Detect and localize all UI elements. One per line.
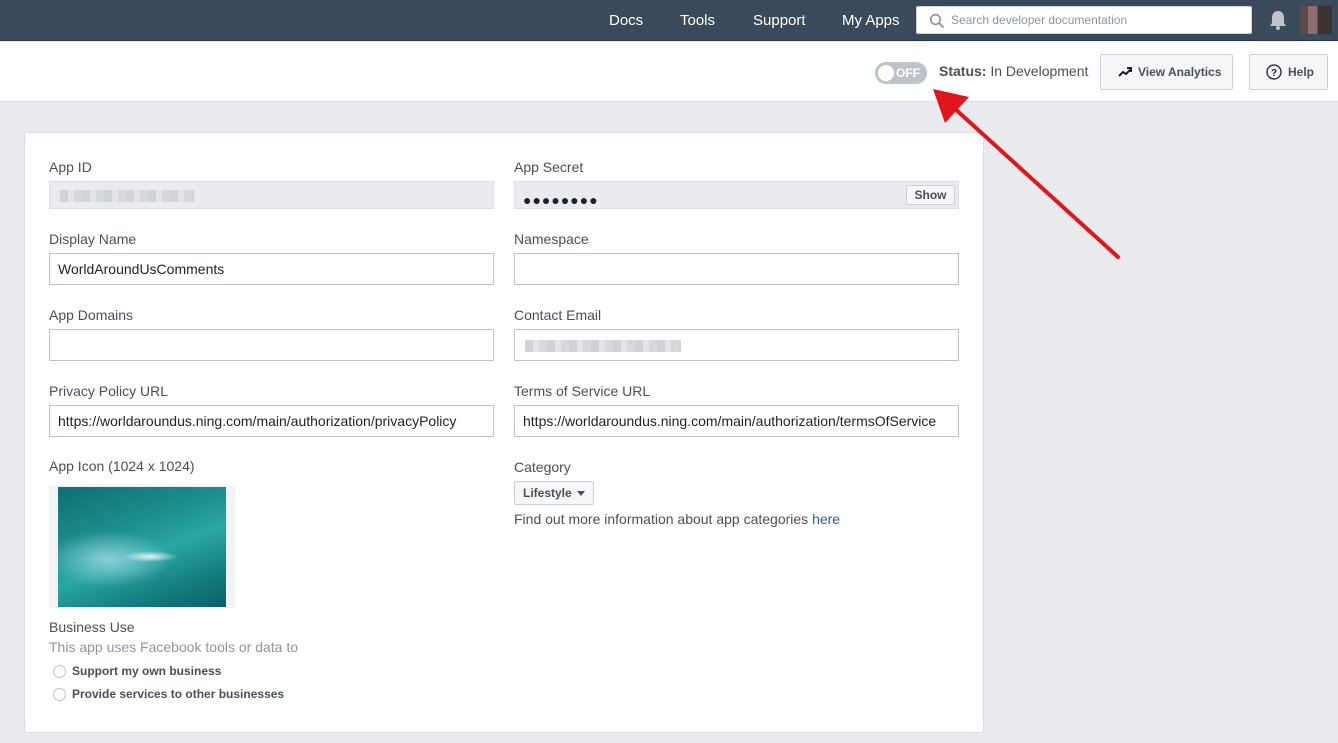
nav-my-apps[interactable]: My Apps	[842, 12, 900, 29]
app-status: Status: In Development	[939, 63, 1088, 79]
contact-email-label: Contact Email	[514, 307, 602, 323]
nav-docs[interactable]: Docs	[609, 12, 643, 29]
notifications-bell-icon[interactable]	[1268, 9, 1288, 31]
basic-settings-card: App ID App Secret ●●●●●●●● Show Display …	[24, 132, 984, 733]
toggle-label: OFF	[896, 66, 920, 80]
business-use-description: This app uses Facebook tools or data to	[49, 639, 299, 655]
category-here-link[interactable]: here	[812, 511, 840, 527]
view-analytics-label: View Analytics	[1138, 65, 1222, 79]
app-secret-value: ●●●●●●●●	[523, 192, 599, 208]
radio-own-business-label[interactable]: Support my own business	[72, 664, 221, 678]
category-info: Find out more information about app cate…	[514, 511, 840, 527]
privacy-policy-label: Privacy Policy URL	[49, 383, 169, 399]
search-icon	[929, 13, 945, 29]
search-box	[916, 6, 1252, 34]
trend-up-icon	[1118, 67, 1132, 77]
app-icon-upload[interactable]	[49, 486, 235, 608]
app-secret-field[interactable]: ●●●●●●●● Show	[514, 181, 959, 209]
app-icon-label: App Icon (1024 x 1024)	[49, 458, 195, 474]
business-use-label: Business Use	[49, 619, 135, 635]
privacy-policy-input[interactable]	[49, 405, 494, 437]
display-name-label: Display Name	[49, 231, 137, 247]
app-secret-label: App Secret	[514, 159, 584, 175]
view-analytics-button[interactable]: View Analytics	[1100, 54, 1233, 90]
category-label: Category	[514, 459, 571, 475]
help-icon: ?	[1266, 64, 1282, 80]
contact-email-input[interactable]	[514, 329, 959, 361]
namespace-label: Namespace	[514, 231, 589, 247]
toggle-knob	[878, 65, 894, 81]
radio-other-businesses[interactable]	[53, 688, 66, 701]
redacted-email	[525, 340, 681, 352]
live-mode-toggle[interactable]: OFF	[875, 62, 927, 84]
app-domains-label: App Domains	[49, 307, 134, 323]
nav-support[interactable]: Support	[753, 12, 806, 29]
show-secret-button[interactable]: Show	[906, 185, 955, 205]
app-icon-image	[58, 487, 226, 607]
category-dropdown[interactable]: Lifestyle	[514, 481, 594, 505]
terms-of-service-input[interactable]	[514, 405, 959, 437]
radio-other-businesses-label[interactable]: Provide services to other businesses	[72, 687, 284, 701]
radio-own-business[interactable]	[53, 665, 66, 678]
status-label: Status:	[939, 63, 987, 79]
nav-tools[interactable]: Tools	[680, 12, 715, 29]
help-button[interactable]: ? Help	[1249, 54, 1328, 90]
top-nav: Docs Tools Support My Apps	[0, 0, 1338, 41]
category-value: Lifestyle	[523, 486, 572, 500]
terms-of-service-label: Terms of Service URL	[514, 383, 651, 399]
app-id-field[interactable]	[49, 181, 494, 209]
status-value: In Development	[990, 63, 1089, 79]
search-input[interactable]	[951, 7, 1247, 33]
user-avatar[interactable]	[1300, 6, 1332, 34]
svg-text:?: ?	[1271, 68, 1277, 79]
redacted-app-id	[60, 190, 194, 202]
app-id-label: App ID	[49, 159, 92, 175]
category-info-text: Find out more information about app cate…	[514, 511, 813, 527]
namespace-input[interactable]	[514, 253, 959, 285]
help-label: Help	[1288, 65, 1315, 79]
app-status-bar: OFF Status: In Development View Analytic…	[0, 42, 1338, 102]
display-name-input[interactable]	[49, 253, 494, 285]
app-domains-input[interactable]	[49, 329, 494, 361]
caret-down-icon	[576, 490, 585, 496]
